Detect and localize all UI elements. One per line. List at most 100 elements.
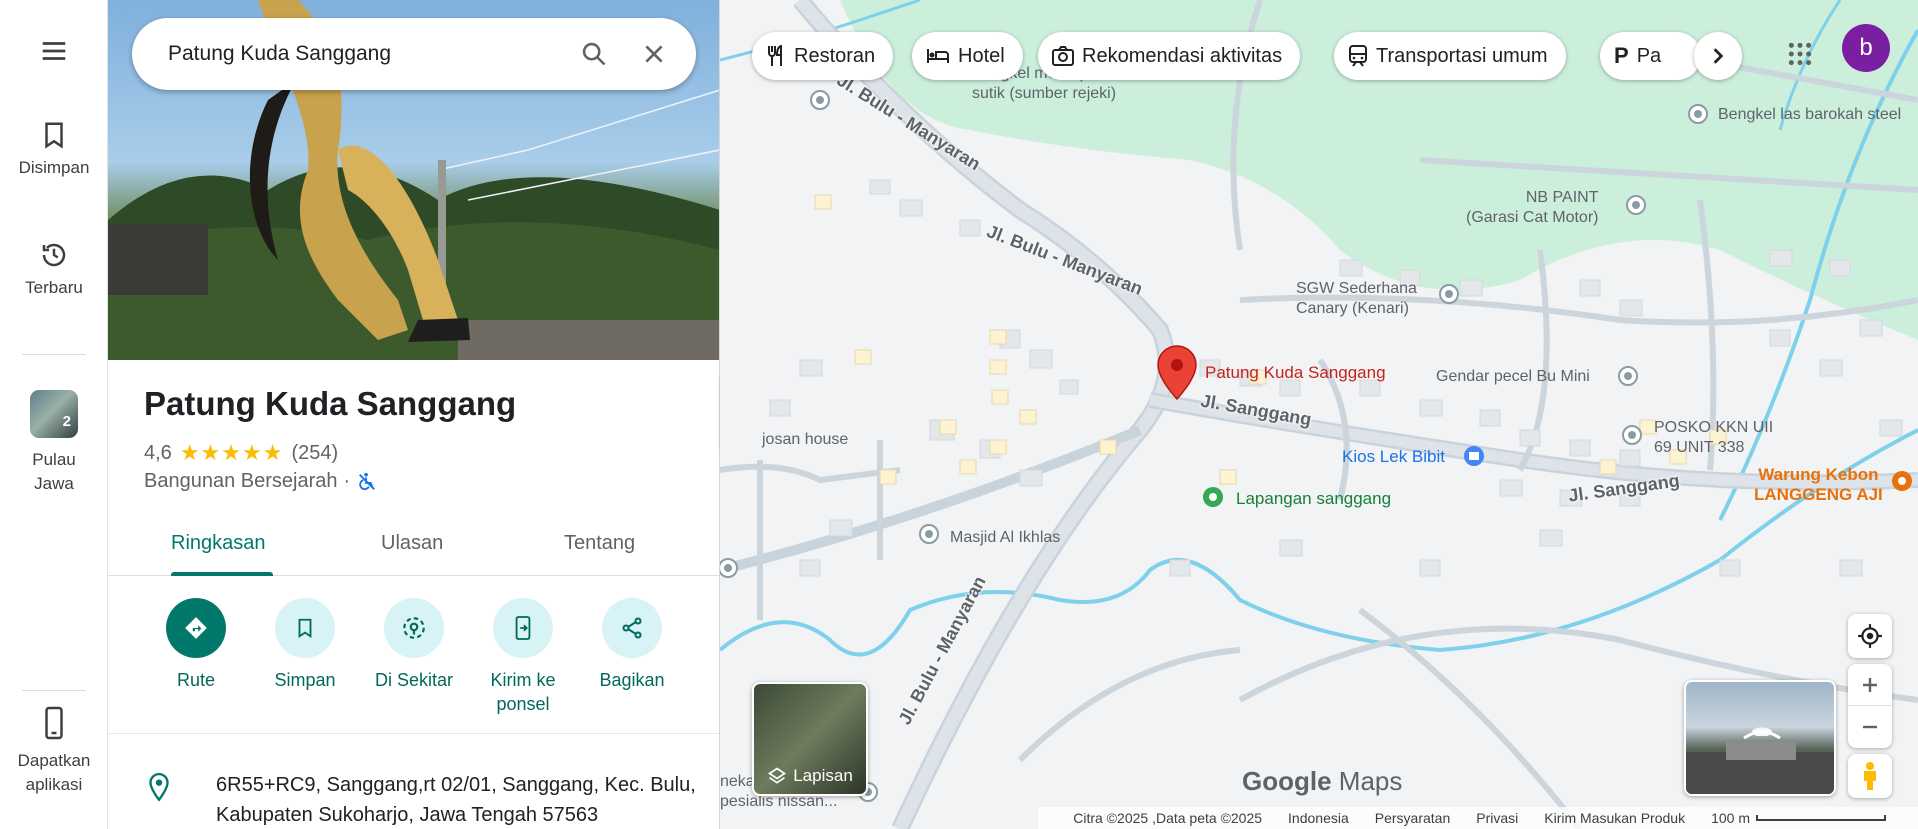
scale-label: 100 m xyxy=(1711,810,1750,826)
tab-reviews[interactable]: Ulasan xyxy=(381,532,443,555)
collection-thumbnail: 2 xyxy=(30,390,78,438)
history-icon xyxy=(42,243,66,267)
tab-about[interactable]: Tentang xyxy=(564,532,635,555)
chip-label: Hotel xyxy=(958,44,1005,67)
layers-button[interactable]: Lapisan xyxy=(752,682,868,796)
my-location-icon xyxy=(1858,624,1882,648)
collection-count: 2 xyxy=(62,413,71,430)
poi-label: POSKO KKN UII xyxy=(1654,419,1774,436)
my-location-button[interactable] xyxy=(1848,614,1892,658)
clear-search-button[interactable] xyxy=(624,24,684,84)
poi-label: sutik (sumber rejeki) xyxy=(972,85,1117,102)
poi-posko[interactable]: POSKO KKN UII 69 UNIT 338 xyxy=(1654,418,1773,458)
poi-kios[interactable]: Kios Lek Bibit xyxy=(1342,447,1445,467)
selected-place-label[interactable]: Patung Kuda Sanggang xyxy=(1205,363,1386,383)
chip-restaurant[interactable]: Restoran xyxy=(752,32,894,80)
train-icon xyxy=(1349,45,1367,67)
rating-stars-icon: ★★★★★ xyxy=(179,440,284,465)
route-label: Rute xyxy=(176,670,216,690)
poi-josan-house[interactable]: josan house xyxy=(762,430,848,450)
menu-button[interactable] xyxy=(0,36,108,74)
bookmark-icon xyxy=(298,618,312,638)
river xyxy=(720,428,1918,657)
save-button[interactable]: Simpan xyxy=(245,598,365,691)
chevron-right-icon xyxy=(1713,48,1724,64)
map-copyright: Citra ©2025 ,Data peta ©2025 xyxy=(1073,810,1263,826)
saved-button[interactable]: Disimpan xyxy=(0,120,108,178)
map-footer: Citra ©2025 ,Data peta ©2025 Indonesia P… xyxy=(720,807,1918,829)
chip-hotel[interactable]: Hotel xyxy=(912,32,1023,80)
not-wheelchair-accessible-icon[interactable] xyxy=(356,471,378,493)
street-view-preview[interactable] xyxy=(1684,680,1836,796)
chip-label: Rekomendasi aktivitas xyxy=(1082,44,1283,67)
place-address[interactable]: 6R55+RC9, Sanggang,rt 02/01, Sanggang, K… xyxy=(216,770,696,829)
place-category-row: Bangunan Bersejarah · xyxy=(144,470,378,493)
rating-value: 4,6 xyxy=(144,441,172,464)
poi-label: 69 UNIT 338 xyxy=(1654,439,1745,456)
poi-gendar[interactable]: Gendar pecel Bu Mini xyxy=(1436,367,1590,387)
share-button[interactable]: Bagikan xyxy=(572,598,692,691)
map-canvas[interactable]: Bengkel motor pak sutik (sumber rejeki) B… xyxy=(720,0,1918,829)
send-label: Kirim ke ponsel xyxy=(490,670,556,714)
scale-bar xyxy=(1756,815,1886,821)
poi-lapangan[interactable]: Lapangan sanggang xyxy=(1236,489,1391,509)
apps-grid-icon xyxy=(1788,42,1812,66)
chip-activities[interactable]: Rekomendasi aktivitas xyxy=(1038,32,1301,80)
layers-icon xyxy=(768,767,787,784)
share-icon xyxy=(622,617,642,639)
rail-divider-2 xyxy=(22,690,86,691)
poi-warung[interactable]: Warung Kebon LANGGENG AJI xyxy=(1754,465,1883,505)
collection-label: Pulau Jawa xyxy=(32,450,76,493)
route-button[interactable]: Rute xyxy=(136,598,256,691)
location-pin-icon xyxy=(149,772,169,802)
poi-bengkel-las[interactable]: Bengkel las barokah steel xyxy=(1718,105,1901,125)
saved-label: Disimpan xyxy=(18,158,90,177)
camera-icon xyxy=(1052,46,1074,66)
chips-next-button[interactable] xyxy=(1694,32,1742,80)
chip-transit[interactable]: Transportasi umum xyxy=(1334,32,1566,80)
chip-label: Pa xyxy=(1636,44,1662,67)
zoom-controls xyxy=(1848,664,1892,748)
place-category[interactable]: Bangunan Bersejarah xyxy=(144,470,337,493)
account-avatar[interactable]: b xyxy=(1842,24,1890,72)
zoom-out-button[interactable] xyxy=(1848,706,1892,748)
google-apps-button[interactable] xyxy=(1778,32,1822,76)
footer-feedback-link[interactable]: Kirim Masukan Produk xyxy=(1544,810,1685,826)
layers-label-row: Lapisan xyxy=(754,766,866,786)
poi-label: LANGGENG AJI xyxy=(1754,485,1883,504)
get-app-button[interactable]: Dapatkan aplikasi xyxy=(0,705,108,797)
get-app-label: Dapatkan aplikasi xyxy=(17,751,91,794)
poi-sgw[interactable]: SGW Sederhana Canary (Kenari) xyxy=(1296,279,1417,319)
footer-privacy-link[interactable]: Privasi xyxy=(1476,810,1518,826)
maps-app: Disimpan Terbaru 2 Pulau Jawa Dapatkan a… xyxy=(0,0,1918,829)
map-scale[interactable]: 100 m xyxy=(1711,810,1886,826)
poi-masjid[interactable]: Masjid Al Ikhlas xyxy=(950,528,1060,548)
left-rail: Disimpan Terbaru 2 Pulau Jawa Dapatkan a… xyxy=(0,0,108,829)
hotel-icon xyxy=(927,49,949,63)
nearby-label: Di Sekitar xyxy=(374,670,454,690)
send-to-phone-button[interactable]: Kirim ke ponsel xyxy=(463,598,583,716)
footer-country-link[interactable]: Indonesia xyxy=(1288,810,1349,826)
layers-label: Lapisan xyxy=(793,766,853,785)
collection-pulau-jawa[interactable]: 2 Pulau Jawa xyxy=(0,390,108,496)
recent-button[interactable]: Terbaru xyxy=(0,240,108,298)
poi-nb-paint[interactable]: NB PAINT (Garasi Cat Motor) xyxy=(1466,188,1598,228)
rail-divider xyxy=(22,354,86,355)
place-photo[interactable]: Patung Kuda Sanggang xyxy=(108,0,719,360)
search-icon xyxy=(582,42,606,66)
place-rating: 4,6 ★★★★★ (254) xyxy=(144,440,338,466)
poi-label: NB PAINT xyxy=(1525,189,1599,206)
pegman-button[interactable] xyxy=(1848,754,1892,798)
nearby-button[interactable]: Di Sekitar xyxy=(354,598,474,691)
save-label: Simpan xyxy=(274,670,336,690)
tab-overview[interactable]: Ringkasan xyxy=(171,532,266,555)
search-input[interactable]: Patung Kuda Sanggang xyxy=(132,42,564,66)
zoom-in-button[interactable] xyxy=(1848,664,1892,706)
search-box[interactable]: Patung Kuda Sanggang xyxy=(132,18,696,90)
search-button[interactable] xyxy=(564,24,624,84)
footer-terms-link[interactable]: Persyaratan xyxy=(1375,810,1450,826)
chip-parking[interactable]: P Pa xyxy=(1600,32,1702,80)
review-count[interactable]: (254) xyxy=(291,442,338,465)
send-to-phone-icon xyxy=(515,616,531,640)
chip-label: Restoran xyxy=(794,44,876,67)
